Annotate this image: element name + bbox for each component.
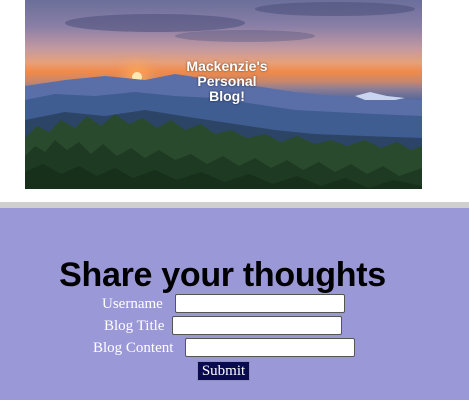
blog-title-overlay: Mackenzie's Personal Blog!	[177, 59, 277, 104]
blog-title-line: Mackenzie's	[186, 58, 268, 74]
blog-content-row: Blog Content	[0, 338, 469, 360]
username-input[interactable]	[175, 294, 345, 313]
username-label: Username	[102, 296, 163, 312]
blog-title-row: Blog Title	[0, 316, 469, 338]
blog-content-label: Blog Content	[93, 340, 174, 356]
submit-button[interactable]: Submit	[197, 361, 250, 381]
hero-image: Mackenzie's Personal Blog!	[25, 0, 422, 189]
blog-title-label: Blog Title	[104, 318, 165, 334]
blog-content-input[interactable]	[185, 338, 355, 357]
blog-title-line: Blog!	[209, 88, 245, 104]
form-heading: Share your thoughts	[59, 256, 386, 294]
blog-title-line: Personal	[197, 73, 257, 89]
blog-title-input[interactable]	[172, 316, 342, 335]
post-form-panel: Share your thoughts Username Blog Title …	[0, 208, 469, 400]
username-row: Username	[0, 294, 469, 316]
